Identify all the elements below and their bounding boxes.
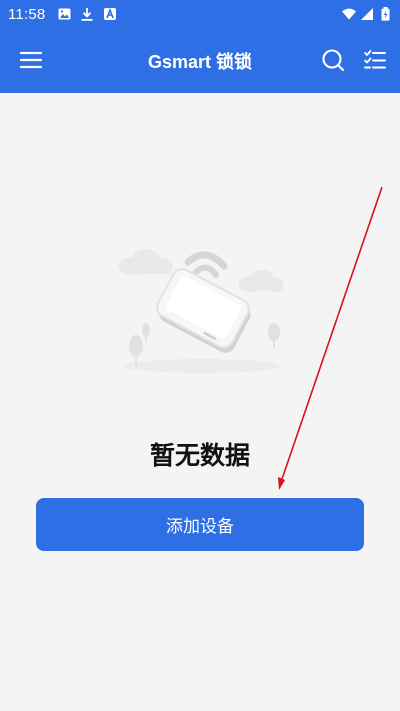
download-icon: [80, 7, 94, 21]
status-notification-icons: [57, 7, 117, 21]
app-bar: Gsmart 锁锁: [0, 28, 400, 93]
status-bar: 11:58: [0, 0, 400, 28]
wifi-icon: [342, 7, 356, 21]
image-icon: [57, 7, 71, 21]
add-device-button[interactable]: 添加设备: [36, 498, 364, 551]
phone-wifi-illustration: [110, 238, 290, 378]
search-icon[interactable]: [320, 47, 346, 73]
battery-icon: [378, 7, 392, 21]
text-app-icon: [103, 7, 117, 21]
empty-state-message: 暂无数据: [149, 441, 250, 470]
status-time: 11:58: [8, 5, 46, 23]
main-content: [0, 93, 400, 711]
checklist-icon[interactable]: [362, 47, 388, 73]
signal-icon: [360, 7, 374, 21]
status-system-icons: [342, 7, 392, 21]
